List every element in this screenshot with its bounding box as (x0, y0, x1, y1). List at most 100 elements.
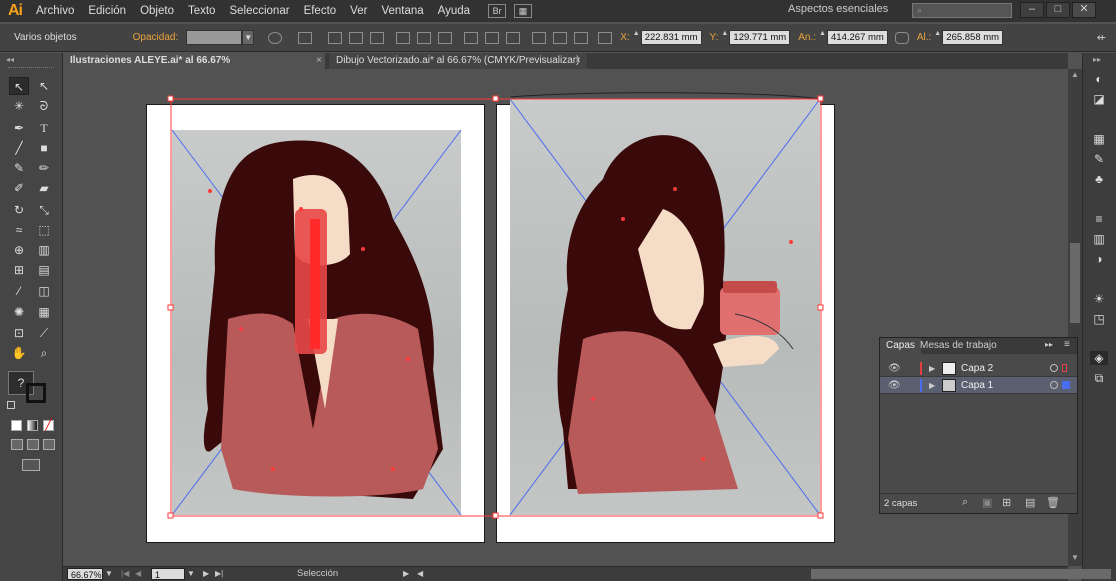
blob-brush-tool-icon[interactable]: ✐ (9, 179, 29, 197)
align-bottom-icon[interactable] (438, 31, 453, 44)
rotate-tool-icon[interactable]: ↻ (9, 201, 29, 219)
layer-row[interactable]: 👁 ▶ Capa 2 (880, 360, 1077, 377)
graph-tool-icon[interactable]: ▦ (34, 303, 54, 321)
tab-mesas-de-trabajo[interactable]: Mesas de trabajo (914, 338, 1003, 354)
eyedropper-tool-icon[interactable]: ⁄ (9, 282, 29, 300)
target-icon[interactable] (1050, 381, 1058, 389)
panel-menu-icon[interactable]: ≡ (1064, 339, 1070, 350)
recolor-icon[interactable] (268, 31, 283, 44)
paintbrush-tool-icon[interactable]: ✎ (9, 159, 29, 177)
gradient-mode-icon[interactable] (27, 420, 38, 431)
rectangle-tool-icon[interactable]: ■ (34, 139, 54, 157)
hand-tool-icon[interactable]: ✋ (9, 344, 29, 362)
distribute-bottom-icon[interactable] (506, 31, 521, 44)
distribute-right-icon[interactable] (574, 31, 589, 44)
default-colors-icon[interactable] (7, 401, 15, 409)
prev-artboard-icon[interactable]: ◀ (135, 567, 141, 581)
expand-layer-icon[interactable]: ▶ (929, 360, 935, 377)
close-icon[interactable]: ✕ (1072, 2, 1096, 18)
shape-builder-tool-icon[interactable]: ⊕ (9, 241, 29, 259)
maximize-icon[interactable]: □ (1046, 2, 1070, 18)
layer-row[interactable]: 👁 ▶ Capa 1 (880, 377, 1077, 394)
brushes-icon[interactable]: ✎ (1090, 152, 1108, 166)
scroll-left-icon[interactable]: ◀ (417, 567, 423, 581)
menu-seleccionar[interactable]: Seleccionar (229, 5, 289, 17)
link-icon[interactable] (894, 31, 909, 44)
stroke-panel-icon[interactable]: ≡ (1090, 212, 1108, 226)
none-mode-icon[interactable]: ╱ (43, 420, 54, 431)
y-field[interactable]: 129.771 mm (729, 30, 791, 45)
direct-selection-tool-icon[interactable]: ↖ (34, 77, 54, 95)
opacity-field[interactable] (186, 30, 243, 45)
x-field[interactable]: 222.831 mm (640, 30, 702, 45)
collapse-icon[interactable]: ◂◂ (6, 55, 14, 64)
artboard-tool-icon[interactable]: ⊡ (9, 324, 29, 342)
new-sublayer-icon[interactable]: ⊞ (1002, 496, 1011, 509)
type-tool-icon[interactable]: T (34, 119, 54, 137)
scroll-up-icon[interactable]: ▲ (1071, 70, 1079, 79)
target-icon[interactable] (1050, 364, 1058, 372)
selection-tool-icon[interactable]: ↖ (9, 77, 29, 95)
delete-layer-icon[interactable]: 🗑 (1046, 496, 1060, 509)
align-left-icon[interactable] (328, 31, 343, 44)
layer-name[interactable]: Capa 2 (961, 360, 993, 377)
blend-tool-icon[interactable]: ◫ (34, 282, 54, 300)
align-top-icon[interactable] (396, 31, 411, 44)
panel-menu-icon[interactable]: ⇷ (1097, 31, 1106, 44)
scroll-down-icon[interactable]: ▼ (1071, 553, 1079, 562)
magic-wand-tool-icon[interactable]: ✳ (9, 97, 29, 115)
menu-archivo[interactable]: Archivo (36, 5, 74, 17)
menu-objeto[interactable]: Objeto (140, 5, 174, 17)
artboard-number-field[interactable]: 1 (151, 568, 185, 580)
stepper-icon[interactable]: ▲▼ (721, 30, 735, 45)
draw-behind-icon[interactable] (27, 439, 39, 450)
color-panel-icon[interactable]: ◐ (1090, 72, 1108, 86)
locate-object-icon[interactable]: ⌕ (962, 496, 968, 509)
scale-tool-icon[interactable]: ⤡ (34, 201, 54, 219)
chevron-down-icon[interactable]: ▼ (105, 567, 113, 581)
height-field[interactable]: 265.858 mm (942, 30, 1004, 45)
visibility-eye-icon[interactable]: 👁 (888, 377, 901, 394)
next-artboard-icon[interactable]: ▶ (203, 567, 209, 581)
menu-ayuda[interactable]: Ayuda (438, 5, 470, 17)
opacity-label[interactable]: Opacidad: (133, 32, 179, 43)
zoom-field[interactable]: 66.67% (67, 568, 103, 580)
color-guide-icon[interactable]: ◪ (1090, 92, 1108, 106)
tab-ilustraciones[interactable]: Ilustraciones ALEYE.ai* al 66.67% (CMYK/… (63, 53, 325, 82)
workspace-switcher[interactable]: Aspectos esenciales (788, 3, 888, 15)
align-right-icon[interactable] (370, 31, 385, 44)
bridge-icon[interactable]: Br (488, 4, 507, 18)
width-tool-icon[interactable]: ≈ (9, 221, 29, 239)
appearance-icon[interactable]: ☀ (1090, 292, 1108, 306)
panel-grip[interactable] (8, 67, 54, 71)
zoom-tool-icon[interactable]: ⌕ (34, 344, 54, 362)
reference-point-icon[interactable] (598, 31, 613, 44)
minimize-icon[interactable]: – (1020, 2, 1044, 18)
selection-indicator[interactable] (1062, 364, 1067, 372)
distribute-top-icon[interactable] (464, 31, 479, 44)
select-similar-icon[interactable] (298, 31, 313, 44)
close-icon[interactable]: × (316, 53, 322, 69)
column-graph-tool-icon[interactable]: ▥ (34, 241, 54, 259)
chevron-down-icon[interactable]: ▼ (242, 30, 255, 45)
menu-texto[interactable]: Texto (188, 5, 216, 17)
fill-mode-icon[interactable] (11, 420, 22, 431)
graphic-styles-icon[interactable]: ◳ (1090, 312, 1108, 326)
transparency-icon[interactable]: ◑ (1090, 252, 1108, 266)
menu-ventana[interactable]: Ventana (381, 5, 423, 17)
draw-normal-icon[interactable] (11, 439, 23, 450)
screen-mode-icon[interactable] (22, 459, 40, 471)
menu-ver[interactable]: Ver (350, 5, 367, 17)
current-tool-status[interactable]: Selección (297, 567, 338, 581)
search-input[interactable]: ⌕ (912, 3, 1012, 18)
symbol-sprayer-tool-icon[interactable]: ✺ (9, 303, 29, 321)
swatches-icon[interactable]: ▦ (1090, 132, 1108, 146)
scroll-thumb[interactable] (1070, 243, 1080, 323)
new-layer-icon[interactable]: ▤ (1025, 496, 1035, 509)
layers-panel-icon[interactable]: ◈ (1090, 351, 1108, 365)
distribute-hcenter-icon[interactable] (553, 31, 568, 44)
stepper-icon[interactable]: ▲▼ (633, 30, 647, 45)
line-tool-icon[interactable]: ╱ (9, 139, 29, 157)
tab-dibujo-vectorizado[interactable]: Dibujo Vectorizado.ai* al 66.67% (CMYK/P… (329, 53, 587, 69)
status-menu-icon[interactable]: ▶ (403, 567, 409, 581)
